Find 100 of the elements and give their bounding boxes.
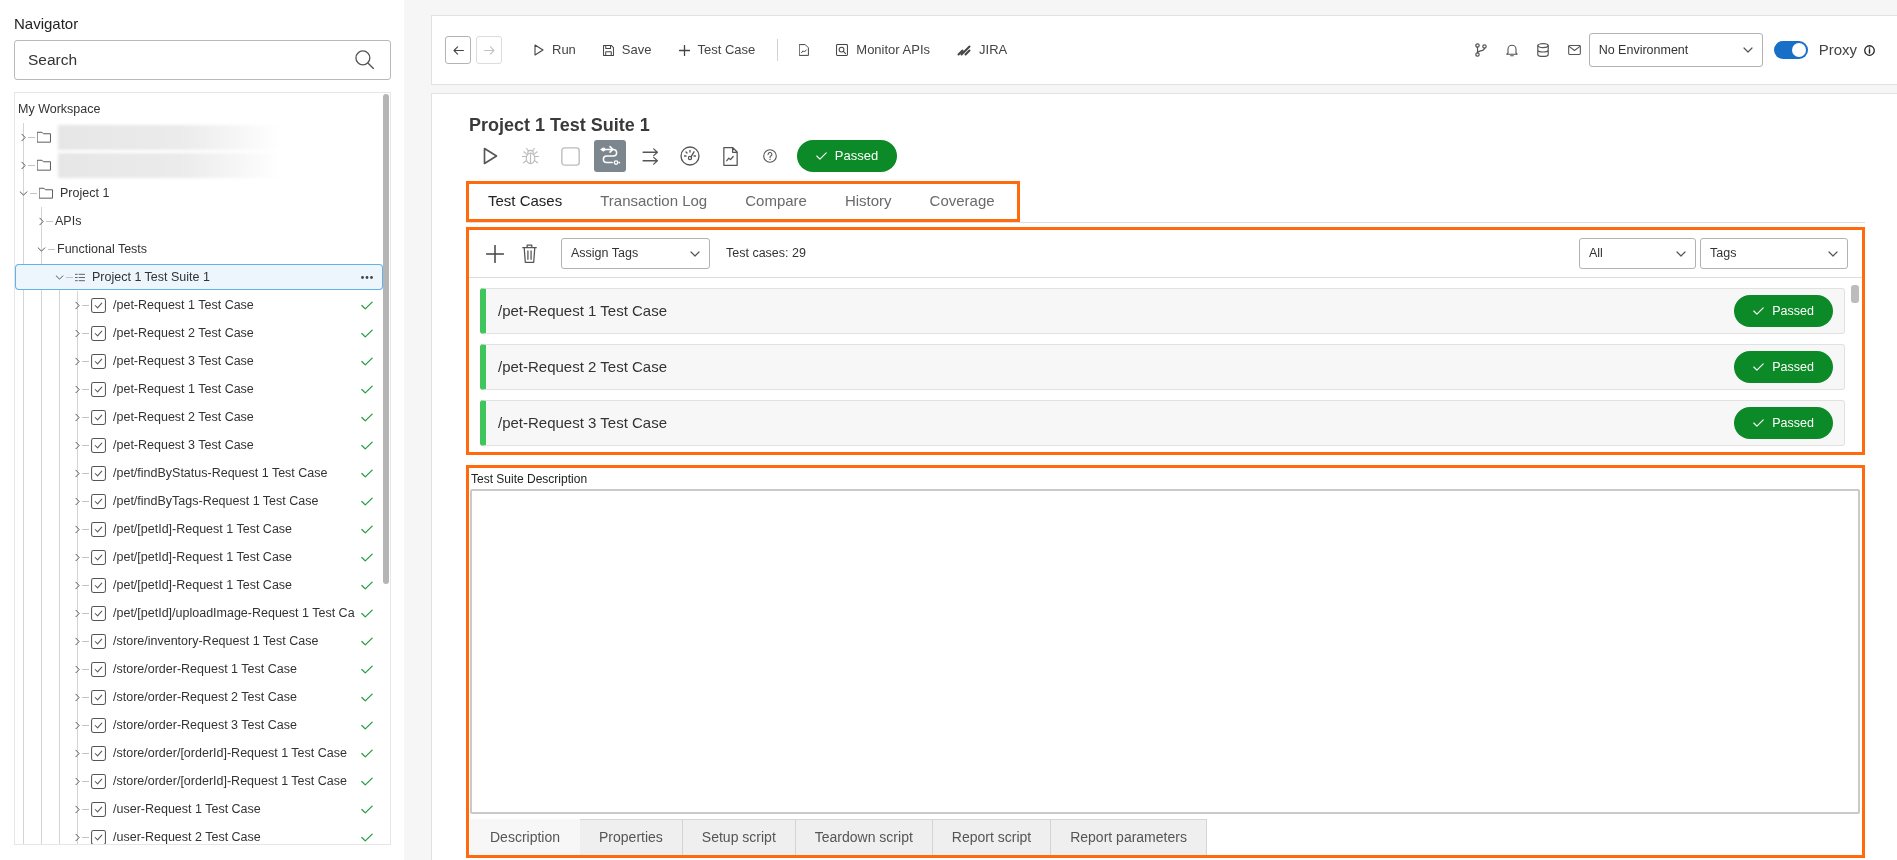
chevron-right-icon[interactable] (75, 328, 80, 338)
tree-item[interactable]: /store/order-Request 2 Test Case (15, 683, 383, 711)
chevron-right-icon[interactable] (75, 552, 80, 562)
test-case-count: Test cases: 29 (726, 245, 806, 263)
tab[interactable]: Teardown script (795, 819, 933, 855)
chevron-right-icon[interactable] (75, 384, 80, 394)
chevron-right-icon[interactable] (75, 832, 80, 842)
tree-item[interactable]: /pet-Request 3 Test Case (15, 431, 383, 459)
chevron-right-icon[interactable] (75, 468, 80, 478)
tree-item[interactable]: My Workspace (15, 95, 383, 123)
chevron-right-icon[interactable] (75, 440, 80, 450)
tree-item[interactable]: /pet-Request 1 Test Case (15, 375, 383, 403)
plus-icon[interactable] (486, 244, 504, 263)
test-case-icon (91, 297, 106, 313)
chevron-right-icon[interactable] (21, 132, 26, 142)
test-case-row[interactable]: /pet-Request 1 Test Case Passed (480, 288, 1845, 334)
proxy-switch[interactable] (1773, 41, 1808, 59)
flow-button[interactable] (594, 140, 626, 172)
tab[interactable]: Setup script (682, 819, 796, 855)
chevron-right-icon[interactable] (75, 580, 80, 590)
test-case-row[interactable]: /pet-Request 3 Test Case Passed (480, 400, 1845, 446)
tab[interactable]: Report parameters (1051, 819, 1207, 855)
chevron-right-icon[interactable] (75, 692, 80, 702)
tree-item[interactable]: Project 1 (15, 179, 383, 207)
tree-item[interactable]: /user-Request 2 Test Case (15, 823, 383, 844)
environment-dropdown[interactable]: No Environment (1588, 33, 1763, 67)
tree-item[interactable]: /store/order/[orderId]-Request 1 Test Case (15, 767, 383, 795)
tab[interactable]: Properties (580, 819, 683, 855)
chevron-right-icon[interactable] (75, 776, 80, 786)
chevron-down-icon[interactable] (19, 190, 28, 196)
chevron-right-icon[interactable] (75, 496, 80, 506)
jira-button[interactable]: JIRA (957, 40, 1008, 60)
scrollbar-thumb[interactable] (1851, 285, 1859, 303)
tab[interactable]: History (825, 184, 911, 219)
chevron-down-icon[interactable] (55, 274, 64, 280)
assign-tags-dropdown[interactable]: Assign Tags (561, 238, 710, 269)
tree-item[interactable]: /pet-Request 1 Test Case (15, 291, 383, 319)
list-icon (75, 272, 85, 282)
tree-item[interactable]: /user-Request 1 Test Case (15, 795, 383, 823)
save-button[interactable]: Save (602, 40, 652, 60)
tree-item[interactable]: /pet/[petId]-Request 1 Test Case (15, 515, 383, 543)
tab[interactable]: Test Cases (469, 184, 582, 219)
chevron-right-icon[interactable] (75, 804, 80, 814)
info-icon[interactable] (1864, 44, 1875, 56)
chevron-right-icon[interactable] (75, 748, 80, 758)
monitor-apis-button[interactable]: Monitor APIs (836, 40, 930, 60)
chevron-right-icon[interactable] (75, 664, 80, 674)
tree-item[interactable]: /pet-Request 2 Test Case (15, 403, 383, 431)
tab[interactable]: Coverage (910, 184, 1014, 219)
bell-icon[interactable] (1505, 43, 1518, 57)
search-field[interactable]: Search (14, 40, 391, 80)
test-case-icon (91, 437, 106, 453)
tree-item[interactable]: /pet/findByTags-Request 1 Test Case (15, 487, 383, 515)
tree-item[interactable]: /store/order/[orderId]-Request 1 Test Case (15, 739, 383, 767)
add-test-case-button[interactable]: Test Case (678, 40, 756, 60)
mail-icon[interactable] (1567, 45, 1581, 55)
test-case-icon (91, 465, 106, 481)
tree-item[interactable]: /store/order-Request 1 Test Case (15, 655, 383, 683)
tree-item[interactable]: APIs (15, 207, 383, 235)
filter-dropdown[interactable]: Tags (1700, 238, 1848, 269)
chevron-right-icon[interactable] (75, 720, 80, 730)
tree-item[interactable]: /pet/[petId]/uploadImage-Request 1 Test Ca (15, 599, 383, 627)
tree-item[interactable]: /store/order-Request 3 Test Case (15, 711, 383, 739)
chevron-right-icon[interactable] (39, 216, 44, 226)
filter-dropdown[interactable]: All (1579, 238, 1696, 269)
tree-item[interactable]: /pet/findByStatus-Request 1 Test Case (15, 459, 383, 487)
branch-icon[interactable] (1474, 43, 1487, 57)
run-button[interactable]: Run (534, 40, 576, 60)
tree-item[interactable]: /pet-Request 3 Test Case (15, 347, 383, 375)
test-case-row[interactable]: /pet-Request 2 Test Case Passed (480, 344, 1845, 390)
navigator-title: Navigator (14, 15, 79, 33)
chevron-right-icon[interactable] (21, 160, 26, 170)
tree-item[interactable]: /pet/[petId]-Request 1 Test Case (15, 543, 383, 571)
tree-item[interactable]: Functional Tests (15, 235, 383, 263)
description-field[interactable] (470, 489, 1860, 814)
tab[interactable]: Transaction Log (581, 184, 727, 219)
chevron-right-icon[interactable] (75, 300, 80, 310)
tree-item[interactable]: Project 1 Test Suite 1 (15, 264, 383, 290)
chevron-down-icon[interactable] (37, 246, 46, 252)
description-label: Test Suite Description (470, 471, 588, 486)
trash-icon[interactable] (522, 244, 537, 263)
chevron-right-icon[interactable] (75, 524, 80, 534)
tree-item[interactable]: /store/inventory-Request 1 Test Case (15, 627, 383, 655)
back-button[interactable] (445, 36, 471, 64)
chevron-right-icon[interactable] (75, 608, 80, 618)
more-icon[interactable] (361, 275, 373, 279)
double-arrow-icon (641, 147, 659, 165)
chevron-right-icon[interactable] (75, 356, 80, 366)
chevron-down-icon (1742, 47, 1753, 53)
tab[interactable]: Compare (726, 184, 826, 219)
document-icon[interactable] (799, 44, 810, 56)
tab[interactable]: Report script (932, 819, 1052, 855)
tab[interactable]: Description (470, 819, 581, 855)
scrollbar-thumb[interactable] (383, 94, 389, 584)
database-icon[interactable] (1536, 43, 1549, 57)
tree-item[interactable]: /pet-Request 2 Test Case (15, 319, 383, 347)
chevron-right-icon[interactable] (75, 636, 80, 646)
arrow-right-icon (483, 45, 495, 55)
chevron-right-icon[interactable] (75, 412, 80, 422)
tree-item[interactable]: /pet/[petId]-Request 1 Test Case (15, 571, 383, 599)
